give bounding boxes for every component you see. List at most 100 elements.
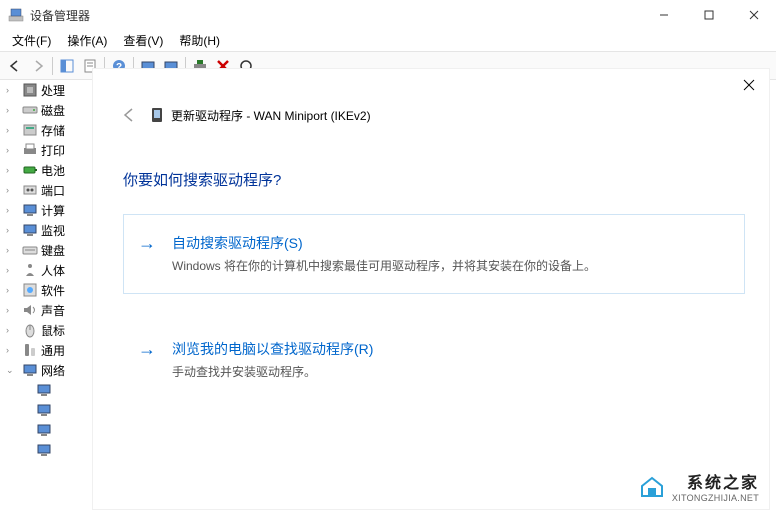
tree-item-label: 键盘 [41, 242, 65, 259]
tree-item[interactable]: › 电池 [0, 160, 90, 180]
forward-button[interactable] [27, 55, 49, 77]
tree-item-label: 处理 [41, 82, 65, 99]
expand-icon[interactable]: › [6, 325, 16, 335]
menu-file[interactable]: 文件(F) [4, 30, 59, 51]
tree-item-label: 网络 [41, 362, 65, 379]
auto-search-option[interactable]: → 自动搜索驱动程序(S) Windows 将在你的计算机中搜索最佳可用驱动程序… [123, 214, 745, 294]
network-adapter-icon [36, 382, 52, 398]
tree-item[interactable]: › 键盘 [0, 240, 90, 260]
tree-item-label: 存储 [41, 122, 65, 139]
toolbar-separator [52, 57, 53, 75]
app-icon [8, 7, 24, 23]
device-category-icon [22, 122, 38, 138]
expand-icon[interactable]: › [6, 225, 16, 235]
device-category-icon [22, 282, 38, 298]
menubar: 文件(F) 操作(A) 查看(V) 帮助(H) [0, 30, 776, 52]
expand-icon[interactable]: › [6, 345, 16, 355]
titlebar: 设备管理器 [0, 0, 776, 30]
tree-item-label: 声音 [41, 302, 65, 319]
maximize-button[interactable] [686, 0, 731, 30]
close-button[interactable] [731, 0, 776, 30]
menu-action[interactable]: 操作(A) [59, 30, 115, 51]
tree-item-label: 电池 [41, 162, 65, 179]
device-category-icon [22, 322, 38, 338]
tree-item[interactable]: › 端口 [0, 180, 90, 200]
device-icon [149, 107, 165, 123]
device-category-icon [22, 142, 38, 158]
dialog-title-text: 更新驱动程序 - WAN Miniport (IKEv2) [171, 107, 371, 124]
expand-icon[interactable]: › [6, 285, 16, 295]
device-category-icon [22, 202, 38, 218]
dialog-close-button[interactable] [739, 75, 759, 95]
tree-item[interactable]: › 软件 [0, 280, 90, 300]
tree-item-label: 端口 [41, 182, 65, 199]
watermark-logo-icon [638, 472, 666, 500]
device-category-icon [22, 342, 38, 358]
device-category-icon [22, 222, 38, 238]
expand-icon[interactable]: › [6, 105, 16, 115]
update-driver-dialog: 更新驱动程序 - WAN Miniport (IKEv2) 你要如何搜索驱动程序… [92, 68, 770, 510]
dialog-title: 更新驱动程序 - WAN Miniport (IKEv2) [149, 107, 371, 124]
option-desc: 手动查找并安装驱动程序。 [172, 363, 728, 381]
arrow-right-icon: → [138, 339, 158, 381]
tree-item[interactable] [0, 420, 90, 440]
tree-item[interactable]: › 通用 [0, 340, 90, 360]
expand-icon[interactable]: › [6, 265, 16, 275]
tree-item-label: 打印 [41, 142, 65, 159]
expand-icon[interactable]: › [6, 305, 16, 315]
window-controls [641, 0, 776, 30]
tree-item-label: 磁盘 [41, 102, 65, 119]
network-adapter-icon [36, 442, 52, 458]
minimize-button[interactable] [641, 0, 686, 30]
device-category-icon [22, 262, 38, 278]
expand-icon[interactable]: › [6, 165, 16, 175]
watermark-url: XITONGZHIJIA.NET [672, 493, 759, 503]
expand-icon[interactable]: › [6, 185, 16, 195]
network-adapter-icon [36, 402, 52, 418]
browse-computer-option[interactable]: → 浏览我的电脑以查找驱动程序(R) 手动查找并安装驱动程序。 [123, 334, 745, 386]
expand-icon[interactable]: › [6, 125, 16, 135]
dialog-back-icon[interactable] [119, 105, 139, 125]
device-category-icon [22, 362, 38, 378]
tree-item-label: 鼠标 [41, 322, 65, 339]
tree-item[interactable]: › 人体 [0, 260, 90, 280]
tree-item-label: 通用 [41, 342, 65, 359]
watermark: 系统之家 XITONGZHIJIA.NET [638, 469, 759, 503]
tree-item[interactable] [0, 400, 90, 420]
option-content: 自动搜索驱动程序(S) Windows 将在你的计算机中搜索最佳可用驱动程序，并… [172, 233, 728, 275]
watermark-cn: 系统之家 [672, 469, 759, 493]
expand-icon[interactable]: › [6, 145, 16, 155]
expand-icon[interactable]: › [6, 245, 16, 255]
back-button[interactable] [4, 55, 26, 77]
tree-item[interactable]: › 鼠标 [0, 320, 90, 340]
menu-view[interactable]: 查看(V) [115, 30, 171, 51]
tree-item[interactable]: › 磁盘 [0, 100, 90, 120]
tree-item[interactable]: ⌄ 网络 [0, 360, 90, 380]
device-category-icon [22, 82, 38, 98]
arrow-right-icon: → [138, 233, 158, 275]
expand-icon[interactable]: ⌄ [6, 365, 16, 376]
network-adapter-icon [36, 422, 52, 438]
option-title: 自动搜索驱动程序(S) [172, 233, 728, 253]
tree-item[interactable]: › 计算 [0, 200, 90, 220]
option-title: 浏览我的电脑以查找驱动程序(R) [172, 339, 728, 359]
dialog-question: 你要如何搜索驱动程序? [123, 169, 769, 190]
show-hide-button[interactable] [56, 55, 78, 77]
menu-help[interactable]: 帮助(H) [171, 30, 228, 51]
tree-item[interactable]: › 存储 [0, 120, 90, 140]
tree-item[interactable]: › 处理 [0, 80, 90, 100]
tree-item-label: 软件 [41, 282, 65, 299]
tree-item[interactable] [0, 440, 90, 460]
tree-item[interactable]: › 打印 [0, 140, 90, 160]
expand-icon[interactable]: › [6, 205, 16, 215]
tree-item[interactable] [0, 380, 90, 400]
dialog-header: 更新驱动程序 - WAN Miniport (IKEv2) [119, 105, 769, 125]
option-content: 浏览我的电脑以查找驱动程序(R) 手动查找并安装驱动程序。 [172, 339, 728, 381]
tree-item-label: 人体 [41, 262, 65, 279]
device-category-icon [22, 162, 38, 178]
tree-item[interactable]: › 声音 [0, 300, 90, 320]
expand-icon[interactable]: › [6, 85, 16, 95]
tree-item-label: 监视 [41, 222, 65, 239]
tree-item[interactable]: › 监视 [0, 220, 90, 240]
tree-item-label: 计算 [41, 202, 65, 219]
